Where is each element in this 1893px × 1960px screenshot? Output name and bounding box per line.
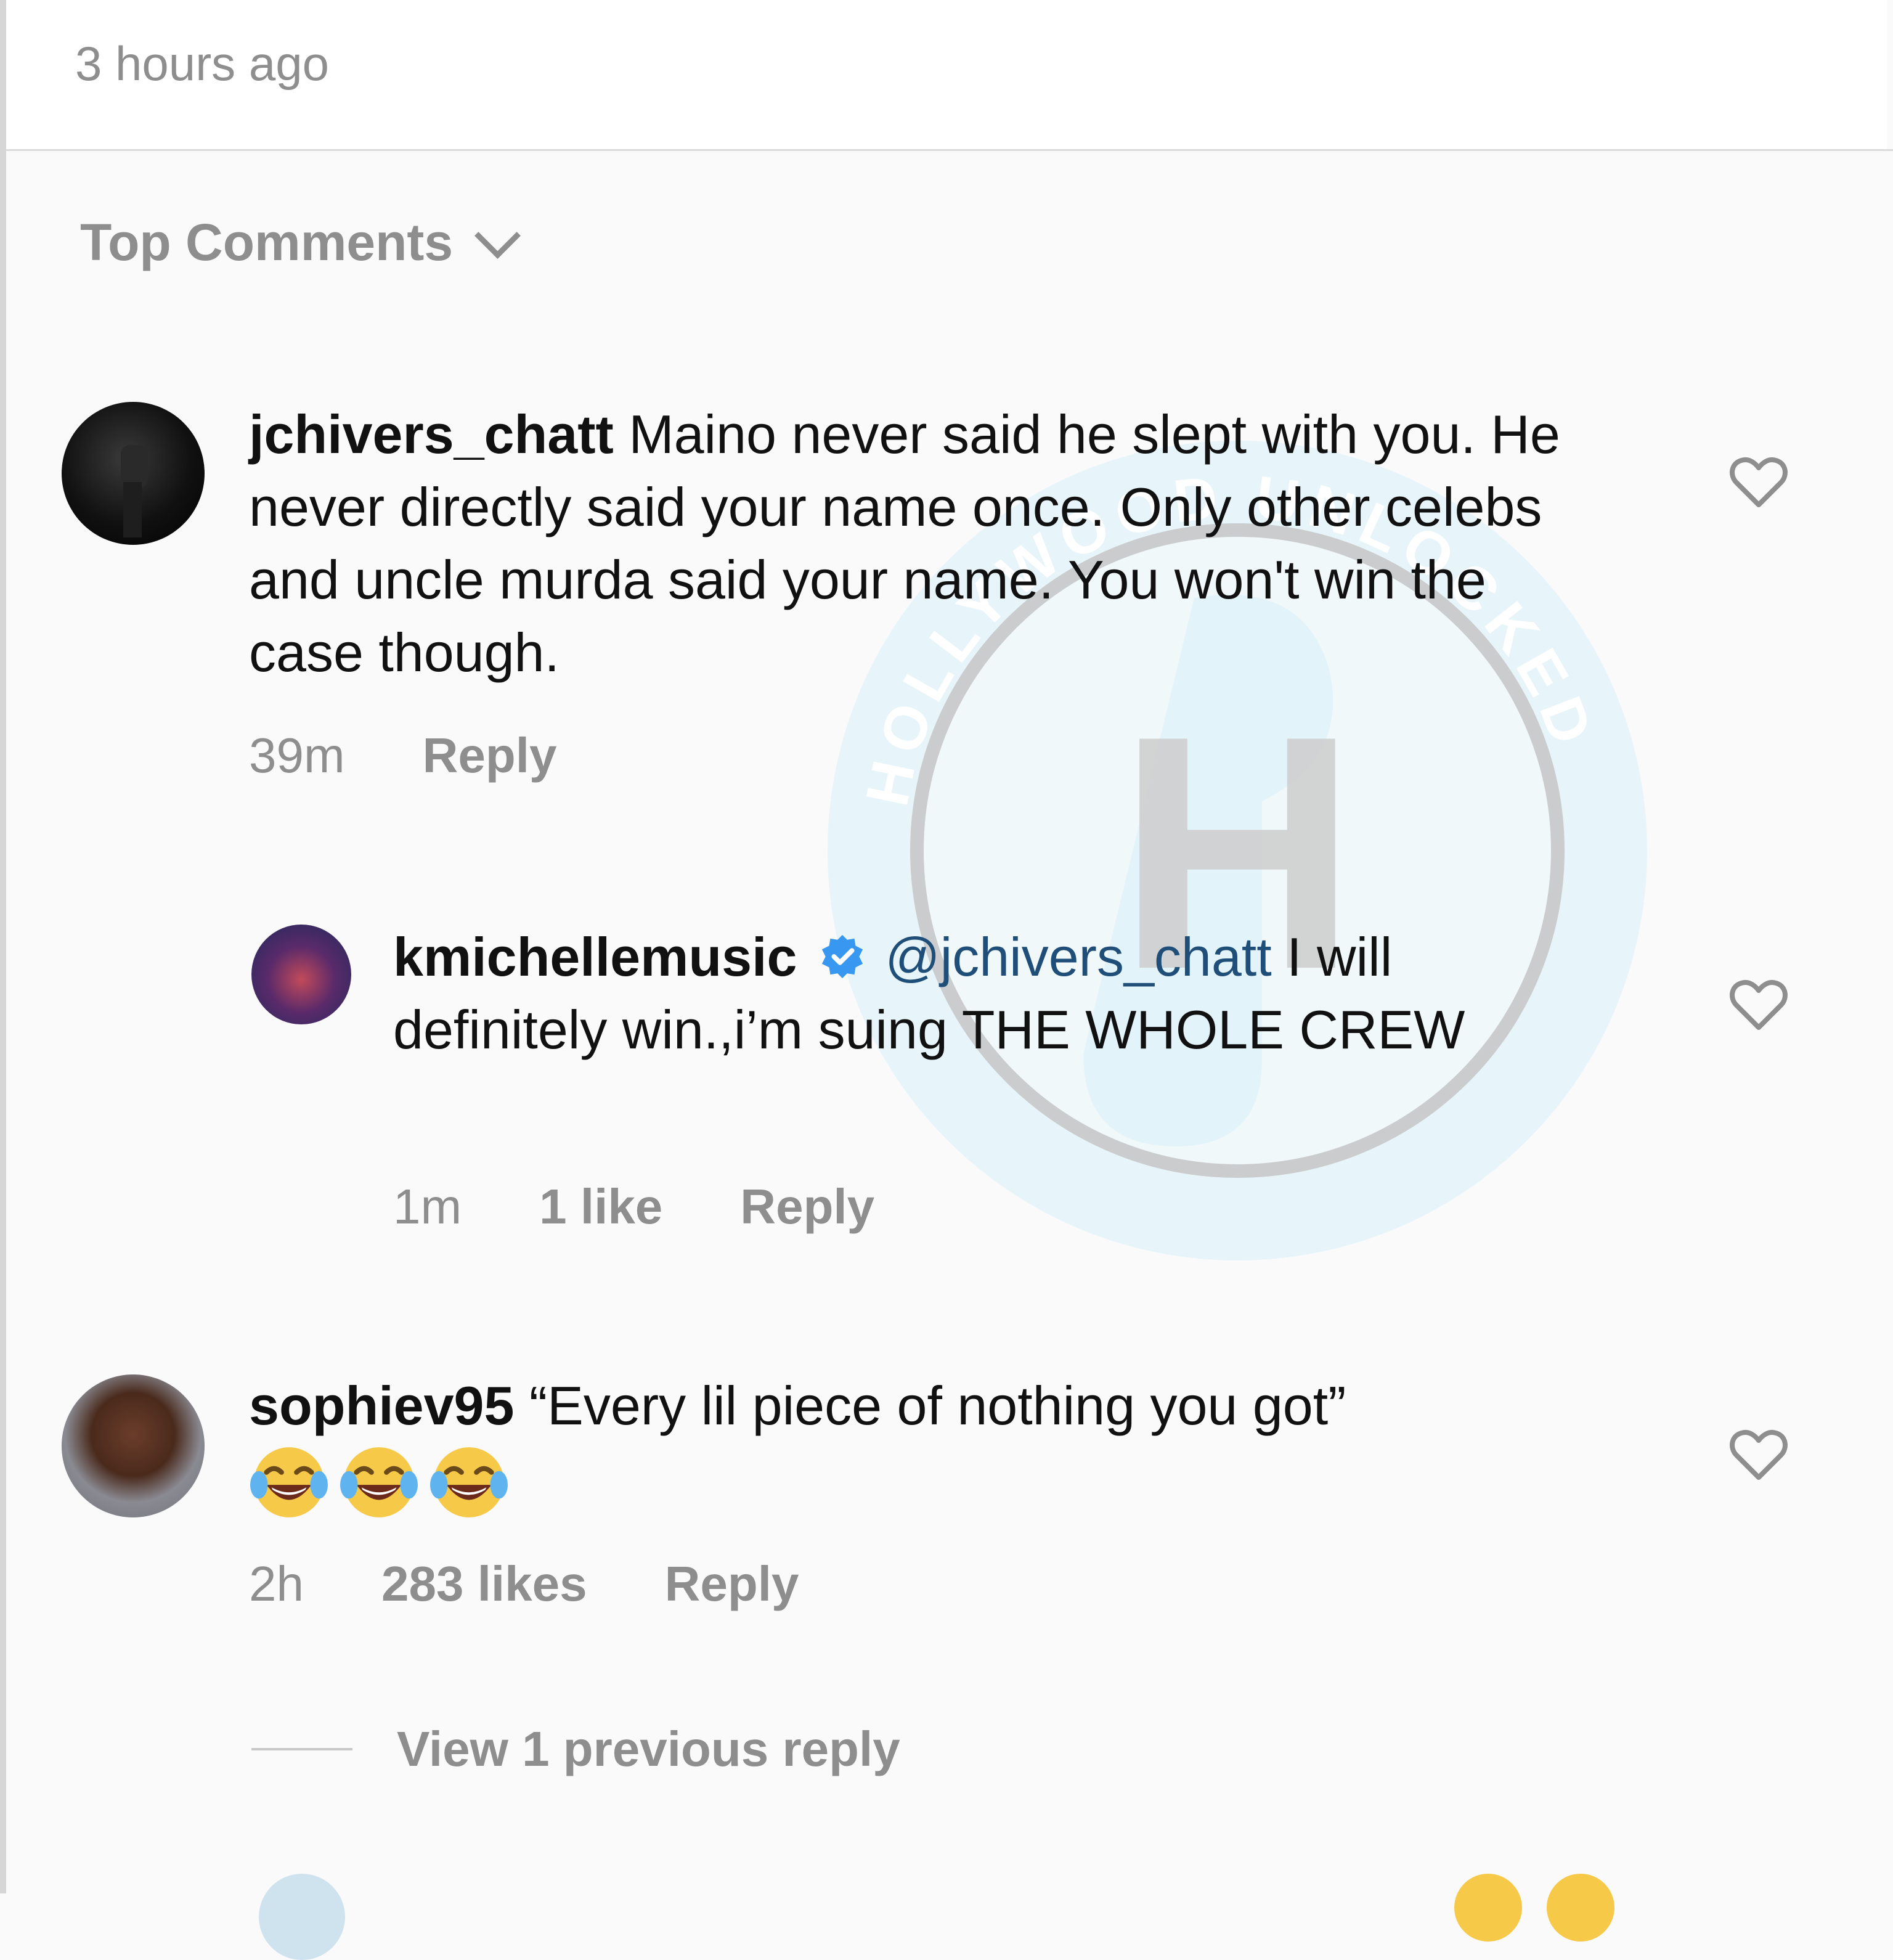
comment-body: jchivers_chatt Maino never said he slept… [249,398,1605,689]
emoji-icon [1547,1874,1614,1942]
reply-meta: 1m 1 like Reply [393,1178,874,1235]
like-heart-icon[interactable] [1729,978,1788,1033]
mention-link[interactable]: @jchivers_chatt [885,926,1271,987]
reply-button[interactable]: Reply [665,1556,799,1612]
face-with-tears-of-joy-icon [340,1447,418,1517]
like-heart-icon[interactable] [1729,1427,1788,1483]
reply-button[interactable]: Reply [740,1178,874,1235]
comment-body: sophiev95 “Every lil piece of nothing yo… [249,1370,1666,1522]
comment-meta: 2h 283 likes Reply [249,1556,799,1612]
face-with-tears-of-joy-icon [430,1447,508,1517]
reply-body: kmichellemusic @jchivers_chatt I will de… [393,921,1613,1066]
reply-button[interactable]: Reply [423,727,557,784]
comment-time: 2h [249,1556,304,1611]
raised-fist-icon [121,445,148,537]
comment-text: “Every lil piece of nothing you got” [529,1375,1346,1436]
left-frame-edge [0,0,6,1893]
comment-username[interactable]: jchivers_chatt [249,404,614,465]
reply-likes[interactable]: 1 like [539,1178,662,1235]
section-divider [6,149,1893,151]
comment-likes[interactable]: 283 likes [381,1556,587,1612]
comment-username[interactable]: sophiev95 [249,1375,514,1436]
view-previous-replies-button[interactable]: View 1 previous reply [251,1721,900,1778]
reply-username[interactable]: kmichellemusic [393,926,797,987]
avatar[interactable] [62,1374,205,1517]
view-replies-label: View 1 previous reply [397,1721,900,1776]
avatar[interactable] [251,925,351,1024]
avatar[interactable] [62,402,205,545]
sort-label: Top Comments [80,213,454,271]
comment-time: 39m [249,728,345,783]
like-heart-icon[interactable] [1729,455,1788,510]
face-with-tears-of-joy-icon [250,1447,328,1517]
chevron-down-icon [474,213,521,259]
comment-meta: 39m Reply [249,727,556,784]
sort-comments-dropdown[interactable]: Top Comments [80,213,521,272]
avatar[interactable] [259,1874,345,1960]
verified-badge-icon [821,934,863,979]
post-timestamp: 3 hours ago [75,36,329,91]
thread-line [251,1748,352,1750]
reply-time: 1m [393,1179,462,1234]
emoji-icon [1454,1874,1522,1942]
